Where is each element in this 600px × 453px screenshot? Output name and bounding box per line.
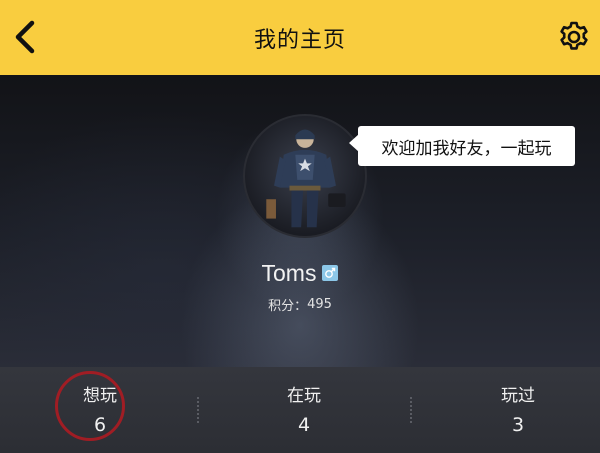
stat-count: 6 <box>93 414 107 436</box>
stats-bar: 想玩 6 在玩 4 玩过 3 <box>0 367 600 453</box>
stat-count: 4 <box>297 414 311 436</box>
stat-label: 在玩 <box>287 386 321 406</box>
top-bar: 我的主页 <box>0 0 600 75</box>
stat-playing[interactable]: 在玩 4 <box>204 367 404 453</box>
settings-button[interactable] <box>554 17 594 57</box>
avatar-figure-image <box>266 129 346 228</box>
divider <box>410 397 412 423</box>
male-icon <box>322 265 339 281</box>
username: Toms <box>261 259 317 286</box>
greeting-bubble: 欢迎加我好友，一起玩 <box>349 126 575 166</box>
divider <box>197 397 199 423</box>
gear-icon <box>560 21 588 50</box>
username-row: Toms <box>0 258 600 288</box>
points-label: 积分： <box>268 298 308 314</box>
points: 积分： 495 <box>0 294 600 314</box>
stat-label: 玩过 <box>501 386 535 406</box>
back-button[interactable] <box>6 17 44 57</box>
stat-want-to-play[interactable]: 想玩 6 <box>0 367 200 453</box>
avatar[interactable] <box>243 114 367 238</box>
points-value: 495 <box>307 296 332 312</box>
stat-count: 3 <box>511 414 525 436</box>
stat-label: 想玩 <box>83 386 117 406</box>
profile-hero: 欢迎加我好友，一起玩 Toms 积分： 495 <box>0 75 600 367</box>
stat-played[interactable]: 玩过 3 <box>418 367 600 453</box>
page-title: 我的主页 <box>253 27 346 53</box>
chevron-left-icon <box>15 20 35 54</box>
